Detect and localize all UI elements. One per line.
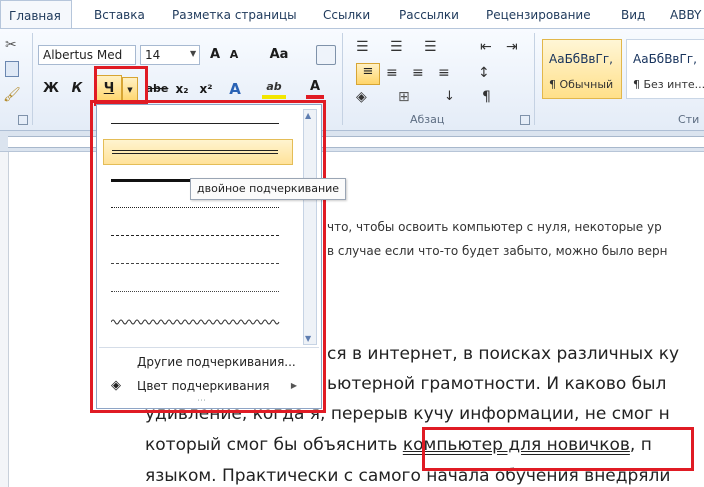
numbering-icon[interactable]: ☰ [390, 39, 403, 55]
superscript-button[interactable]: x² [196, 79, 216, 99]
line-spacing-icon[interactable]: ↕ [478, 65, 490, 81]
tab-home[interactable]: Главная [0, 0, 72, 28]
doc-line-1: что, чтобы освоить компьютер с нуля, нек… [327, 220, 662, 234]
increase-indent-icon[interactable]: ⇥ [506, 39, 518, 55]
tab-mailings[interactable]: Рассылки [399, 8, 459, 22]
subscript-button[interactable]: x₂ [172, 79, 192, 99]
doc-text-before-link: который смог бы объяснить [145, 435, 403, 455]
shading-icon[interactable]: ◈ [356, 89, 367, 105]
style-no-spacing[interactable]: АаБбВвГг, ¶ Без инте... [626, 39, 704, 99]
align-left-icon[interactable]: ≡ [356, 63, 380, 85]
style-normal-name: ¶ Обычный [549, 78, 614, 91]
tab-abby[interactable]: ABBY [670, 8, 701, 22]
paragraph-launcher-icon[interactable] [520, 115, 530, 125]
style-no-spacing-name: ¶ Без инте... [633, 78, 704, 91]
font-name-box[interactable]: Albertus Med [38, 45, 136, 65]
italic-button[interactable]: К [68, 79, 86, 99]
paragraph-group-label: Абзац [410, 113, 445, 126]
phrase-highlight-frame [422, 427, 694, 471]
font-size-dropdown-icon[interactable]: ▼ [190, 49, 196, 58]
tab-references[interactable]: Ссылки [323, 8, 370, 22]
sort-icon[interactable]: ↓ [444, 89, 455, 104]
font-color-button[interactable]: A [306, 79, 324, 99]
clipboard-launcher-icon[interactable] [18, 115, 28, 125]
style-normal-preview: АаБбВвГг, [549, 52, 613, 66]
bold-button[interactable]: Ж [42, 79, 60, 99]
tab-review[interactable]: Рецензирование [486, 8, 591, 22]
copy-icon[interactable] [5, 61, 19, 77]
clear-formatting-icon[interactable] [316, 45, 336, 65]
format-painter-icon[interactable]: 🖌 [3, 87, 21, 103]
styles-group-label: Сти [678, 113, 700, 126]
dropdown-highlight-frame [90, 100, 326, 413]
change-case-button[interactable]: Aa [266, 45, 292, 65]
text-effects-icon[interactable]: A [226, 79, 244, 99]
align-center-icon[interactable]: ≡ [386, 65, 398, 81]
doc-paragraph-line-1: ся в интернет, в поисках различных ку [327, 344, 680, 364]
double-underline-tooltip: двойное подчеркивание [190, 178, 347, 200]
decrease-indent-icon[interactable]: ⇤ [480, 39, 492, 55]
tab-page-layout[interactable]: Разметка страницы [172, 8, 297, 22]
highlight-button[interactable]: ab [262, 79, 286, 99]
style-normal[interactable]: АаБбВвГг, ¶ Обычный [542, 39, 622, 99]
align-right-icon[interactable]: ≡ [412, 65, 424, 81]
shrink-font-button[interactable]: A [226, 45, 242, 65]
doc-line-2: в случае если что-то будет забыто, можно… [327, 244, 668, 258]
tab-insert[interactable]: Вставка [94, 8, 145, 22]
grow-font-button[interactable]: A [206, 45, 224, 65]
justify-icon[interactable]: ≡ [438, 65, 450, 81]
tab-view[interactable]: Вид [621, 8, 645, 22]
bullets-icon[interactable]: ☰ [356, 39, 369, 55]
borders-icon[interactable]: ⊞ [398, 89, 410, 105]
doc-paragraph-line-2: ьютерной грамотности. И каково был [327, 374, 667, 394]
multilevel-list-icon[interactable]: ☰ [424, 39, 437, 55]
show-marks-icon[interactable]: ¶ [482, 89, 491, 105]
style-no-spacing-preview: АаБбВвГг, [633, 52, 697, 66]
ribbon-tabs: Главная Вставка Разметка страницы Ссылки… [0, 0, 704, 29]
cut-icon[interactable]: ✂ [5, 37, 17, 53]
